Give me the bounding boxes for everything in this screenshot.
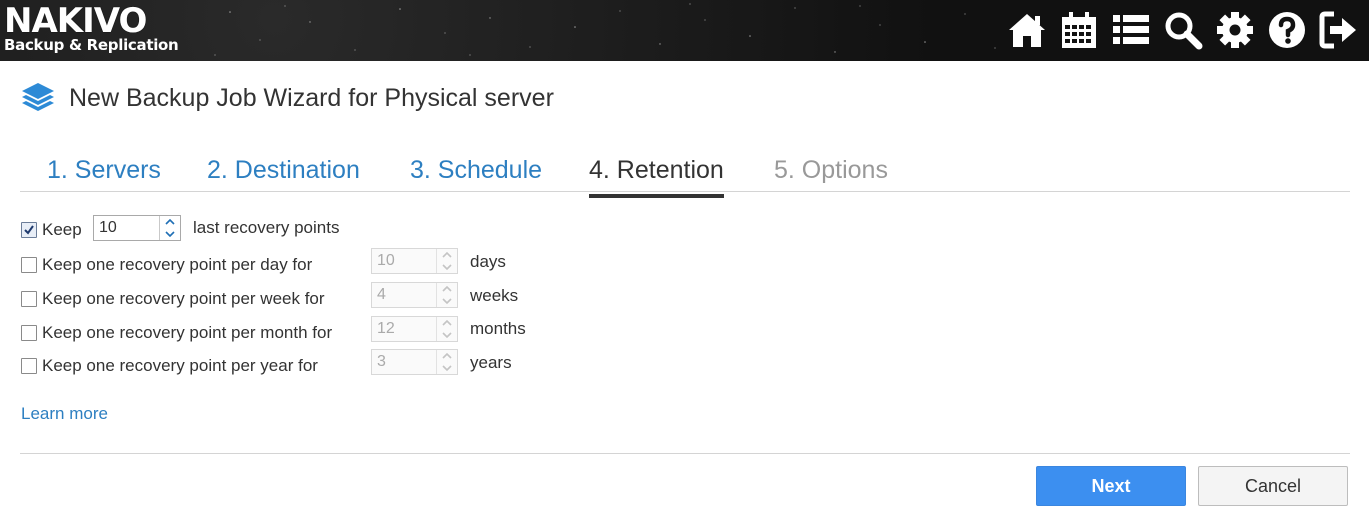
- decrement-arrow-icon: [437, 295, 457, 307]
- backup-layers-icon: [22, 83, 54, 111]
- list-icon[interactable]: [1105, 6, 1157, 54]
- weeks-unit: weeks: [470, 286, 519, 305]
- per-week-row: Keep one recovery point per week for: [21, 289, 325, 309]
- next-button[interactable]: Next: [1036, 466, 1186, 506]
- keep-last-value[interactable]: 10: [94, 216, 159, 240]
- per-year-checkbox[interactable]: [21, 358, 37, 374]
- per-year-value: 3: [377, 353, 386, 370]
- tab-destination[interactable]: 2. Destination: [207, 156, 360, 185]
- increment-arrow-icon: [437, 249, 457, 261]
- days-unit: days: [470, 252, 506, 271]
- keep-label: Keep: [42, 220, 82, 239]
- logout-icon[interactable]: [1313, 6, 1365, 54]
- per-day-value: 10: [377, 252, 395, 269]
- years-unit: years: [470, 353, 512, 372]
- per-month-value: 12: [377, 320, 395, 337]
- tab-retention[interactable]: 4. Retention: [589, 156, 724, 198]
- wizard-steps: 1. Servers 2. Destination 3. Schedule 4.…: [20, 150, 1350, 198]
- decrement-arrow-icon[interactable]: [160, 228, 180, 240]
- tab-options: 5. Options: [774, 156, 888, 184]
- keep-last-checkbox[interactable]: [21, 222, 37, 238]
- nakivo-logo: NAKIVO Backup & Replication: [4, 1, 179, 54]
- last-recovery-points-label: last recovery points: [193, 218, 340, 237]
- calendar-icon[interactable]: [1053, 6, 1105, 54]
- increment-arrow-icon: [437, 350, 457, 362]
- home-icon[interactable]: [1001, 6, 1053, 54]
- checkmark-icon: [24, 225, 34, 235]
- decrement-arrow-icon: [437, 362, 457, 374]
- decrement-arrow-icon: [437, 329, 457, 341]
- months-unit: months: [470, 319, 526, 338]
- increment-arrow-icon: [437, 317, 457, 329]
- per-week-value: 4: [377, 286, 386, 303]
- per-month-row: Keep one recovery point per month for: [21, 323, 332, 343]
- wizard-header: New Backup Job Wizard for Physical serve…: [20, 80, 554, 116]
- per-day-label: Keep one recovery point per day for: [42, 255, 313, 274]
- per-month-checkbox[interactable]: [21, 325, 37, 341]
- logo-main-text: NAKIVO: [4, 1, 147, 41]
- tab-schedule[interactable]: 3. Schedule: [410, 156, 542, 185]
- keep-last-stepper[interactable]: 10: [93, 215, 181, 241]
- tab-servers[interactable]: 1. Servers: [47, 156, 161, 185]
- per-week-label: Keep one recovery point per week for: [42, 289, 325, 308]
- help-icon[interactable]: [1261, 6, 1313, 54]
- keep-last-row: Keep: [21, 220, 82, 240]
- search-icon[interactable]: [1157, 6, 1209, 54]
- decrement-arrow-icon: [437, 261, 457, 273]
- per-day-checkbox[interactable]: [21, 257, 37, 273]
- per-week-stepper: 4: [371, 282, 458, 308]
- learn-more-link[interactable]: Learn more: [21, 404, 108, 424]
- footer-divider: [20, 453, 1350, 454]
- top-nav-icons: [1001, 6, 1365, 54]
- per-month-stepper: 12: [371, 316, 458, 342]
- per-day-row: Keep one recovery point per day for: [21, 255, 312, 275]
- page-title: New Backup Job Wizard for Physical serve…: [69, 83, 554, 112]
- gear-icon[interactable]: [1209, 6, 1261, 54]
- per-year-label: Keep one recovery point per year for: [42, 356, 318, 375]
- per-week-checkbox[interactable]: [21, 291, 37, 307]
- per-month-label: Keep one recovery point per month for: [42, 323, 333, 342]
- increment-arrow-icon[interactable]: [160, 216, 180, 228]
- cancel-button[interactable]: Cancel: [1198, 466, 1348, 506]
- top-bar: NAKIVO Backup & Replication: [0, 0, 1369, 61]
- per-year-stepper: 3: [371, 349, 458, 375]
- logo-sub-text: Backup & Replication: [4, 36, 179, 54]
- increment-arrow-icon: [437, 283, 457, 295]
- per-day-stepper: 10: [371, 248, 458, 274]
- per-year-row: Keep one recovery point per year for: [21, 356, 318, 376]
